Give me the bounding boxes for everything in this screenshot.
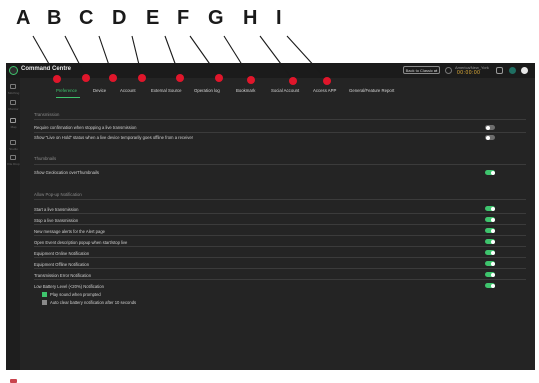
notification-icon[interactable]	[496, 67, 503, 74]
setting-label: Stop a live transmission	[34, 218, 79, 223]
callout-label: G	[208, 7, 224, 29]
checkbox-label: Auto clear battery notification after 10…	[50, 300, 137, 305]
toggle-switch[interactable]	[485, 135, 495, 140]
setting-label: Transmission Error Notification	[34, 273, 92, 278]
divider	[34, 268, 526, 269]
callout-label: E	[146, 7, 160, 29]
sidebar-item-label: Studio	[9, 147, 18, 151]
support-icon[interactable]	[10, 379, 17, 383]
callout-label: D	[112, 7, 127, 29]
divider	[34, 164, 526, 165]
divider	[34, 213, 526, 214]
section-heading-thumbnails: Thumbnails	[34, 156, 57, 161]
setting-label: Show "Live on Hold" status when a live d…	[34, 135, 194, 140]
divider	[34, 224, 526, 225]
setting-label: Low Battery Level (<20%) Notification	[34, 284, 104, 289]
callout-label: A	[16, 7, 31, 29]
user-avatar[interactable]	[521, 67, 528, 74]
sidebar-item-label: Stitching	[7, 91, 20, 95]
sidebar-item-label: File Drop	[7, 162, 20, 166]
toggle-switch[interactable]	[485, 217, 495, 222]
monitor-icon	[10, 100, 16, 105]
toggle-switch[interactable]	[485, 272, 495, 277]
setting-label: Equipment Offline Notification	[34, 262, 90, 267]
app-window: Command Centre Back to Classic ⇄ America…	[6, 63, 535, 383]
settings-circle-icon[interactable]	[445, 67, 452, 74]
clock-display: 00:00:00	[457, 70, 481, 76]
app-title: Command Centre	[21, 66, 72, 72]
toggle-switch[interactable]	[485, 125, 495, 130]
setting-label: Require confirmation when stopping a liv…	[34, 125, 137, 130]
tab-account[interactable]: Account	[120, 88, 136, 93]
setting-label: Start a live transmission	[34, 207, 79, 212]
setting-label: Show Geolocation overThumbnails	[34, 170, 99, 175]
file-icon	[10, 155, 16, 160]
checkbox-label: Play sound when prompted	[50, 292, 101, 297]
status-icon[interactable]	[509, 67, 516, 74]
section-heading-popup: Allow Pop-up Notification	[34, 192, 82, 197]
tab-general-feature-report[interactable]: General/Feature Report	[349, 88, 394, 93]
divider	[34, 199, 526, 200]
divider	[34, 257, 526, 258]
callout-label: I	[276, 7, 282, 29]
sidebar-item-label: Monitor	[8, 107, 19, 111]
studio-icon	[10, 140, 16, 145]
toggle-switch[interactable]	[485, 261, 495, 266]
toggle-switch[interactable]	[485, 250, 495, 255]
divider	[34, 132, 526, 133]
divider	[34, 119, 526, 120]
sidebar: Stitching Monitor Map Studio File Drop	[6, 78, 20, 383]
app-logo-icon	[9, 66, 18, 75]
back-to-classic-button[interactable]: Back to Classic ⇄	[403, 66, 440, 74]
map-icon	[10, 118, 16, 123]
section-heading-transmission: Transmission	[34, 112, 60, 117]
tab-bookmark[interactable]: Bookmark	[236, 88, 255, 93]
setting-label: New message alerts for the Alert page	[34, 229, 105, 234]
tab-external-source[interactable]: External Source	[151, 88, 182, 93]
toggle-switch[interactable]	[485, 228, 495, 233]
tab-operation-log[interactable]: Operation log	[194, 88, 220, 93]
active-tab-indicator	[56, 97, 80, 98]
tab-preference[interactable]: Preference	[56, 88, 77, 93]
callout-label: B	[47, 7, 62, 29]
divider	[34, 279, 526, 280]
toggle-switch[interactable]	[485, 206, 495, 211]
toggle-switch[interactable]	[485, 170, 495, 175]
play-sound-checkbox[interactable]	[42, 292, 47, 297]
tab-device[interactable]: Device	[93, 88, 106, 93]
top-bar: Command Centre Back to Classic ⇄ America…	[6, 63, 535, 78]
broadcast-icon	[10, 84, 16, 89]
sidebar-item-label: Map	[10, 125, 17, 129]
tab-social-account[interactable]: Social Account	[271, 88, 299, 93]
setting-label: Open Event description popup when start/…	[34, 240, 128, 245]
divider	[34, 246, 526, 247]
toggle-switch[interactable]	[485, 283, 495, 288]
callout-label: C	[79, 7, 94, 29]
toggle-switch[interactable]	[485, 239, 495, 244]
tab-bar: Preference Device Account External Sourc…	[20, 78, 535, 100]
callout-label: H	[243, 7, 258, 29]
divider	[34, 235, 526, 236]
tab-access-app[interactable]: Access APP	[313, 88, 336, 93]
callout-label: F	[177, 7, 190, 29]
setting-label: Equipment Online Notification	[34, 251, 90, 256]
auto-clear-checkbox[interactable]	[42, 300, 47, 305]
